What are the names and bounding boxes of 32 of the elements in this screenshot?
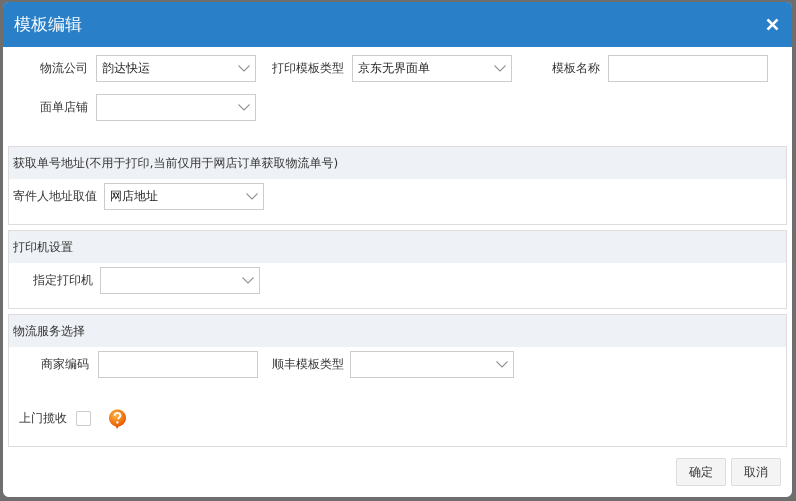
field-label: 指定打印机: [32, 272, 93, 289]
chevron-down-icon: [494, 65, 506, 72]
section-header: 打印机设置: [9, 231, 786, 263]
dropdown[interactable]: 韵达快运: [96, 55, 256, 82]
dropdown[interactable]: [100, 267, 260, 294]
field-label: 顺丰模板类型: [272, 356, 342, 373]
checkbox[interactable]: [76, 411, 91, 426]
chevron-down-icon: [238, 104, 250, 111]
input-field[interactable]: [608, 55, 768, 82]
dialog-button[interactable]: 确定: [676, 458, 726, 486]
section-header: 获取单号地址(不用于打印,当前仅用于网店订单获取物流单号): [9, 147, 786, 179]
close-icon[interactable]: [766, 18, 779, 31]
help-icon[interactable]: [108, 408, 127, 428]
input-field[interactable]: [98, 351, 258, 378]
dropdown[interactable]: [96, 94, 256, 121]
chevron-down-icon: [242, 277, 254, 284]
field-label: 商家编码: [40, 356, 89, 373]
chevron-down-icon: [238, 65, 250, 72]
chevron-down-icon: [246, 193, 258, 200]
chevron-down-icon: [496, 361, 508, 368]
window-title: 模板编辑: [14, 14, 82, 36]
dropdown[interactable]: 京东无界面单: [352, 55, 512, 82]
field-label: 面单店铺: [39, 99, 88, 116]
dropdown[interactable]: 网店地址: [104, 183, 264, 210]
field-label: 寄件人地址取值: [12, 188, 97, 205]
field-label: 打印模板类型: [272, 60, 344, 77]
section-header: 物流服务选择: [9, 315, 786, 347]
dialog-button[interactable]: 取消: [731, 458, 781, 486]
dropdown[interactable]: [350, 351, 514, 378]
field-label: 模板名称: [552, 60, 600, 77]
field-label: 上门揽收: [19, 410, 67, 427]
field-label: 物流公司: [39, 60, 88, 77]
